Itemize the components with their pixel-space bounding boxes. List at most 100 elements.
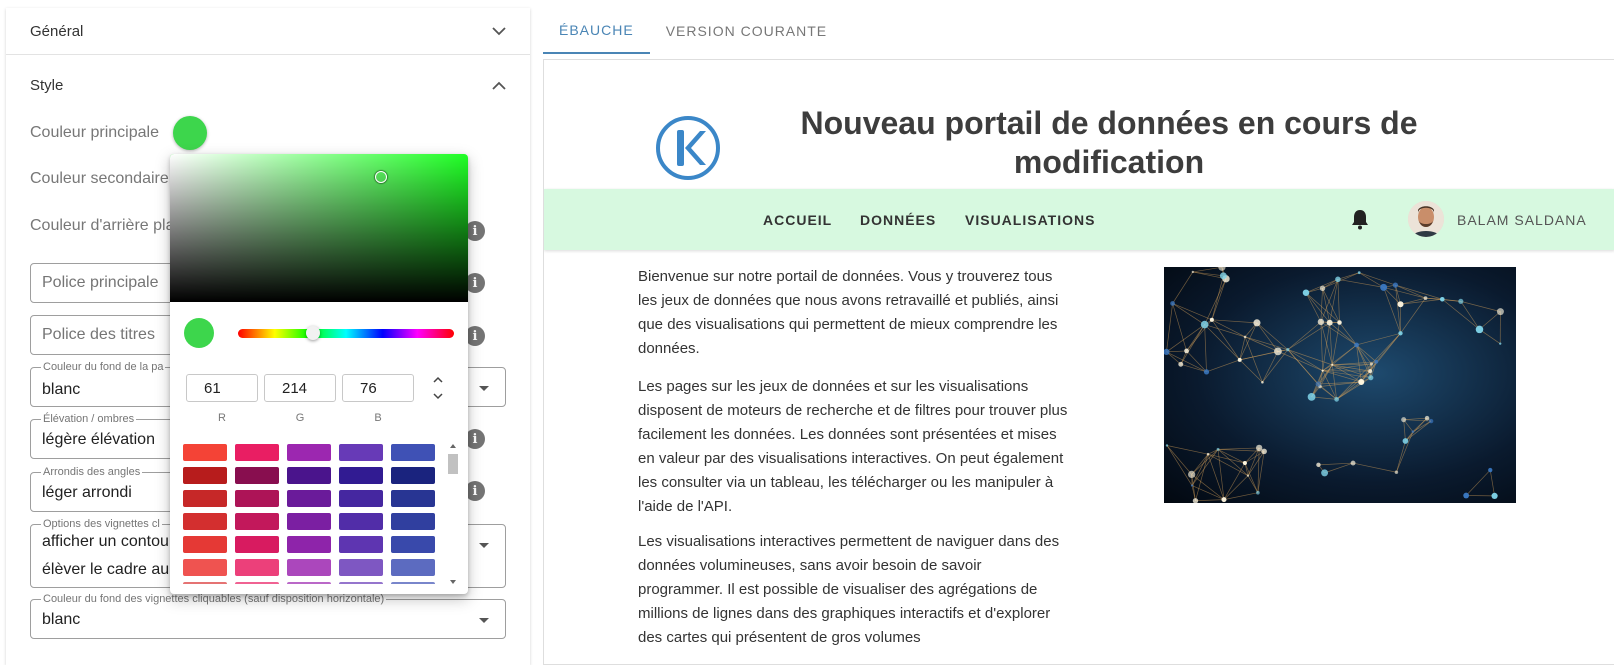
mode-toggle-button[interactable] — [428, 376, 448, 400]
dropdown-caret-icon — [479, 618, 489, 623]
palette-swatch[interactable] — [287, 513, 331, 530]
palette-swatch[interactable] — [183, 559, 227, 576]
palette-swatch[interactable] — [183, 582, 227, 584]
palette-swatch[interactable] — [183, 536, 227, 553]
portal-logo — [656, 116, 720, 180]
palette-swatch[interactable] — [391, 467, 435, 484]
general-section-header[interactable]: Général — [6, 8, 530, 54]
blue-label: B — [374, 412, 382, 424]
avatar[interactable] — [1408, 201, 1444, 237]
palette-swatch[interactable] — [287, 582, 331, 584]
chevron-up-icon — [492, 78, 506, 92]
palette-swatch[interactable] — [235, 536, 279, 553]
chevron-down-icon — [492, 24, 506, 38]
green-label: G — [295, 412, 305, 424]
tab-current-version[interactable]: VERSION COURANTE — [650, 8, 843, 54]
saturation-handle[interactable] — [375, 171, 387, 183]
color-palette — [183, 444, 443, 584]
search-paragraph: Les pages sur les jeux de données et sur… — [638, 378, 1068, 515]
main-font-input[interactable]: Police principale — [30, 263, 187, 303]
tab-draft[interactable]: ÉBAUCHE — [543, 8, 650, 54]
palette-swatch[interactable] — [287, 490, 331, 507]
elevation-value: légère élévation — [42, 431, 155, 448]
bell-icon[interactable] — [1350, 208, 1370, 230]
main-font-placeholder: Police principale — [42, 274, 159, 291]
user-name[interactable]: BALAM SALDANA — [1457, 189, 1587, 250]
info-icon[interactable]: i — [465, 326, 485, 346]
nav-data[interactable]: DONNÉES — [860, 189, 936, 250]
general-section-title: Général — [30, 22, 84, 40]
palette-swatch[interactable] — [391, 582, 435, 584]
palette-swatch[interactable] — [391, 536, 435, 553]
palette-swatch[interactable] — [235, 582, 279, 584]
saturation-value-area[interactable] — [170, 154, 468, 302]
background-color-row: Couleur d'arrière pla — [30, 217, 174, 235]
secondary-color-row: Couleur secondaire — [30, 170, 169, 188]
palette-swatch[interactable] — [183, 444, 227, 461]
page-bg-value: blanc — [42, 381, 81, 398]
primary-color-label: Couleur principale — [30, 124, 159, 141]
palette-swatch[interactable] — [183, 467, 227, 484]
green-input[interactable]: 214 — [264, 374, 336, 402]
hue-slider[interactable] — [238, 329, 454, 338]
palette-swatch[interactable] — [339, 444, 383, 461]
red-input[interactable]: 61 — [186, 374, 258, 402]
info-icon[interactable]: i — [465, 273, 485, 293]
version-tabs: ÉBAUCHE VERSION COURANTE — [543, 8, 843, 54]
style-section-title: Style — [30, 76, 64, 94]
cards-options-label: Options des vignettes cl — [41, 518, 162, 530]
palette-swatch[interactable] — [183, 490, 227, 507]
background-color-label: Couleur d'arrière pla — [30, 217, 175, 234]
palette-swatch[interactable] — [235, 444, 279, 461]
cards-bg-label: Couleur du fond des vignettes cliquables… — [41, 593, 387, 605]
palette-swatch[interactable] — [287, 559, 331, 576]
visualisation-paragraph: Les visualisations interactives permette… — [638, 533, 1060, 646]
palette-swatch[interactable] — [339, 513, 383, 530]
palette-scroll-thumb[interactable] — [448, 454, 458, 474]
palette-swatch[interactable] — [391, 490, 435, 507]
palette-swatch[interactable] — [339, 582, 383, 584]
chevron-up-icon — [433, 376, 443, 383]
intro-paragraph: Bienvenue sur notre portail de données. … — [638, 268, 1059, 357]
cards-bg-select[interactable]: Couleur du fond des vignettes cliquables… — [30, 593, 506, 639]
palette-swatch[interactable] — [339, 559, 383, 576]
portal-navbar: ACCUEIL DONNÉES VISUALISATIONS BALAM SAL… — [544, 189, 1614, 250]
palette-swatch[interactable] — [235, 490, 279, 507]
hue-slider-handle[interactable] — [306, 326, 320, 340]
color-picker-popup: 61 214 76 R G B — [170, 154, 468, 594]
palette-swatch[interactable] — [183, 513, 227, 530]
palette-swatch[interactable] — [287, 467, 331, 484]
red-label: R — [218, 412, 226, 424]
palette-swatch[interactable] — [339, 467, 383, 484]
info-icon[interactable]: i — [465, 481, 485, 501]
title-font-placeholder: Police des titres — [42, 326, 155, 343]
palette-swatch[interactable] — [339, 536, 383, 553]
palette-swatch[interactable] — [391, 559, 435, 576]
corners-value: léger arrondi — [42, 484, 132, 501]
chevron-down-icon — [433, 393, 443, 400]
nav-visualisations[interactable]: VISUALISATIONS — [965, 189, 1095, 250]
style-section-header[interactable]: Style — [6, 62, 530, 108]
palette-swatch[interactable] — [235, 467, 279, 484]
cards-bg-value: blanc — [42, 611, 81, 628]
palette-swatch[interactable] — [391, 444, 435, 461]
palette-swatch[interactable] — [235, 513, 279, 530]
section-divider — [6, 54, 530, 55]
palette-swatch[interactable] — [287, 444, 331, 461]
palette-swatch[interactable] — [287, 536, 331, 553]
portal-title: Nouveau portail de données en cours de m… — [800, 105, 1418, 180]
nav-home[interactable]: ACCUEIL — [763, 189, 832, 250]
info-icon[interactable]: i — [465, 429, 485, 449]
color-preview-dot — [184, 318, 214, 348]
network-hero-image — [1164, 267, 1516, 503]
cards-options-value-2: élèver le cadre au — [42, 561, 170, 578]
palette-swatch[interactable] — [235, 559, 279, 576]
palette-swatch[interactable] — [339, 490, 383, 507]
blue-input[interactable]: 76 — [342, 374, 414, 402]
cards-options-value-1: afficher un contou — [42, 533, 169, 550]
primary-color-row: Couleur principale — [30, 116, 207, 150]
primary-color-swatch[interactable] — [172, 116, 207, 150]
title-font-input[interactable]: Police des titres — [30, 315, 187, 355]
palette-swatch[interactable] — [391, 513, 435, 530]
info-icon[interactable]: i — [465, 221, 485, 241]
